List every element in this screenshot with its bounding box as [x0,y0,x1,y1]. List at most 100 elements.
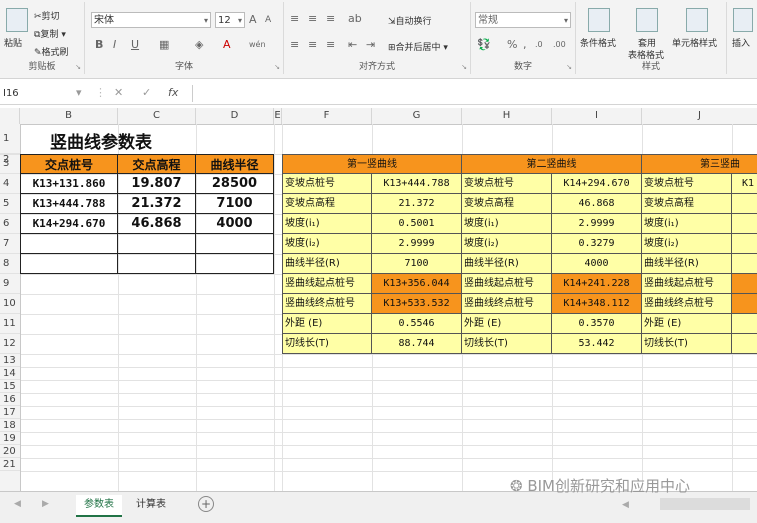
percent-button[interactable]: % [507,38,517,51]
align-bottom-icon[interactable]: ≡ [326,12,335,25]
param-value[interactable]: K1 [732,174,757,194]
align-left-icon[interactable]: ≡ [290,38,299,51]
cell-styles-button[interactable]: 单元格样式 [672,36,717,49]
param-value[interactable]: 7100 [372,254,462,274]
shrink-font-button[interactable]: A [265,15,271,25]
param-label[interactable]: 曲线半径(R) [282,254,372,274]
dialog-launcher-icon[interactable]: ↘ [75,63,81,71]
underline-button[interactable]: U [131,38,139,51]
table-cell[interactable]: 19.807 [118,174,196,194]
italic-button[interactable]: I [113,38,116,51]
param-value[interactable]: K13+533.532 [372,294,462,314]
row-header[interactable]: 15 [0,380,20,393]
table-format-icon[interactable] [636,8,658,32]
merge-center-button[interactable]: ⊞合并后居中 ▾ [388,40,448,53]
insert-button[interactable]: 插入 [732,36,750,49]
row-header[interactable]: 16 [0,393,20,406]
param-value[interactable]: 2.9999 [552,214,642,234]
table-cell[interactable]: K14+294.670 [20,214,118,234]
column-header[interactable]: D [196,108,274,124]
insert-icon[interactable] [733,8,753,32]
param-label[interactable]: 竖曲线起点桩号 [462,274,552,294]
tab-sheet2[interactable]: 计算表 [128,495,174,515]
table-cell[interactable]: 28500 [196,174,274,194]
h-scroll-left-icon[interactable]: ◀ [622,500,629,510]
column-header[interactable]: F [282,108,372,124]
currency-icon[interactable]: 💱 [477,38,491,51]
param-label[interactable]: 切线长(T) [642,334,732,354]
column-header[interactable]: J [642,108,757,124]
formula-input[interactable] [192,85,757,102]
font-size-combo[interactable]: 12 ▾ [215,12,245,28]
table-cell[interactable]: 46.868 [118,214,196,234]
name-box[interactable]: I16 [3,85,73,102]
dialog-launcher-icon[interactable]: ↘ [461,63,467,71]
param-value[interactable]: 88.744 [372,334,462,354]
tab-sheet1[interactable]: 参数表 [76,495,122,517]
param-value[interactable]: 0.3570 [552,314,642,334]
table-cell-empty[interactable] [118,234,196,254]
fill-color-icon[interactable]: ◈ [195,38,203,51]
row-header[interactable]: 21 [0,458,20,471]
param-label[interactable]: 外距 (E) [642,314,732,334]
param-value[interactable]: K13+356.044 [372,274,462,294]
horizontal-scrollbar[interactable] [660,498,750,510]
orientation-icon[interactable]: ab [348,12,362,25]
phonetic-button[interactable]: wén [249,40,266,49]
table-cell-empty[interactable] [20,254,118,274]
border-icon[interactable]: ▦ [159,38,169,51]
param-label[interactable]: 变坡点桩号 [462,174,552,194]
name-box-dropdown-icon[interactable]: ▾ [76,86,82,99]
table-cell-empty[interactable] [196,234,274,254]
outdent-icon[interactable]: ⇥ [366,38,375,51]
param-value[interactable] [732,214,757,234]
font-color-button[interactable]: A [223,38,231,51]
row-header[interactable]: 6 [0,214,20,234]
row-header[interactable]: 12 [0,334,20,354]
row-header[interactable]: 3 [0,154,20,174]
param-value[interactable]: 4000 [552,254,642,274]
row-header[interactable]: 19 [0,432,20,445]
row-header[interactable]: 7 [0,234,20,254]
param-label[interactable]: 竖曲线终点桩号 [282,294,372,314]
row-header[interactable]: 14 [0,367,20,380]
copy-button[interactable]: ⧉复制 ▾ [34,27,66,40]
bold-button[interactable]: B [95,38,103,51]
number-format-combo[interactable]: 常规 ▾ [475,12,571,28]
param-label[interactable]: 竖曲线起点桩号 [642,274,732,294]
enter-icon[interactable]: ✓ [142,86,151,99]
column-header[interactable]: C [118,108,196,124]
wrap-text-button[interactable]: ⇲自动换行 [388,14,432,27]
param-value[interactable]: 21.372 [372,194,462,214]
param-label[interactable]: 坡度(i₂) [462,234,552,254]
param-value[interactable] [732,194,757,214]
dialog-launcher-icon[interactable]: ↘ [566,63,572,71]
param-value[interactable]: 0.5546 [372,314,462,334]
param-value[interactable] [732,234,757,254]
param-label[interactable]: 外距 (E) [282,314,372,334]
param-value[interactable] [732,314,757,334]
row-header[interactable]: 20 [0,445,20,458]
column-header[interactable]: B [20,108,118,124]
conditional-format-button[interactable]: 条件格式 [580,36,616,49]
param-label[interactable]: 变坡点桩号 [282,174,372,194]
table-cell-empty[interactable] [20,234,118,254]
row-header[interactable]: 9 [0,274,20,294]
param-label[interactable]: 坡度(i₂) [642,234,732,254]
param-value[interactable]: K14+348.112 [552,294,642,314]
row-header[interactable]: 4 [0,174,20,194]
param-label[interactable]: 曲线半径(R) [642,254,732,274]
grow-font-button[interactable]: A [249,13,257,26]
param-value[interactable]: 0.3279 [552,234,642,254]
param-value[interactable]: 2.9999 [372,234,462,254]
scroll-right-icon[interactable]: ▶ [42,499,49,509]
param-label[interactable]: 变坡点桩号 [642,174,732,194]
column-header[interactable]: I [552,108,642,124]
dialog-launcher-icon[interactable]: ↘ [274,63,280,71]
scroll-left-icon[interactable]: ◀ [14,499,21,509]
align-right-icon[interactable]: ≡ [326,38,335,51]
param-label[interactable]: 外距 (E) [462,314,552,334]
param-label[interactable]: 切线长(T) [462,334,552,354]
table-cell[interactable]: 7100 [196,194,274,214]
cut-button[interactable]: ✂剪切 [34,9,60,22]
